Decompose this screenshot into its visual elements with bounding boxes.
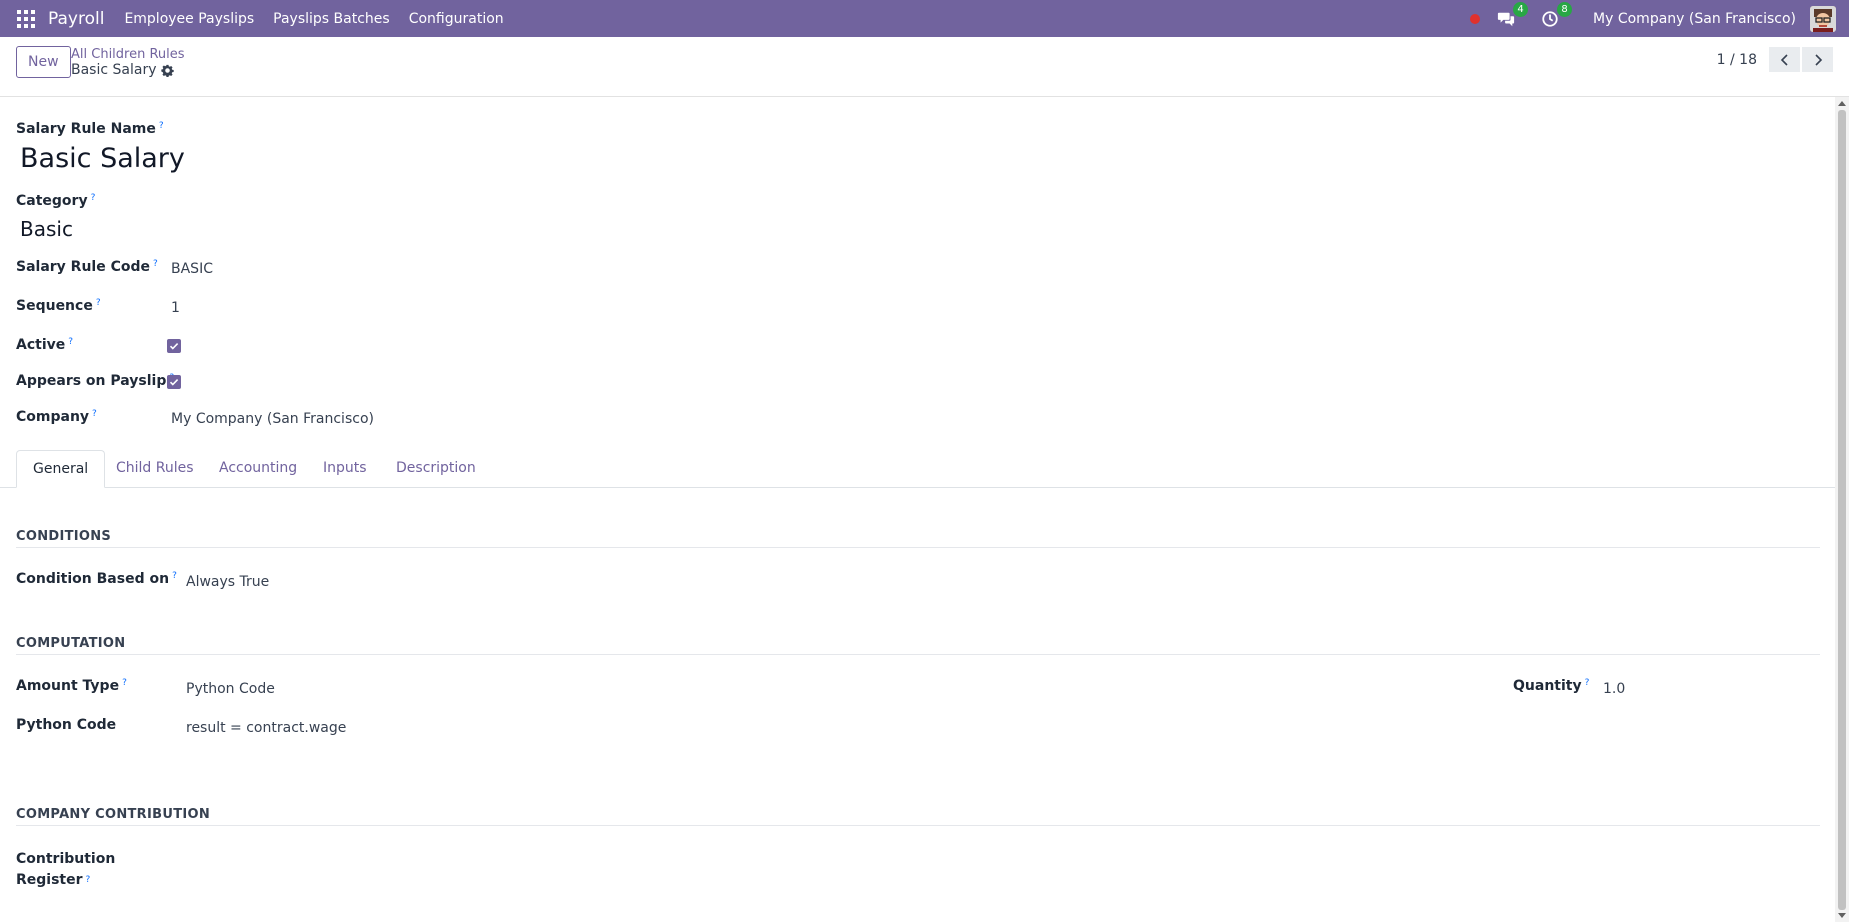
salary-rule-code-label-text: Salary Rule Code	[16, 259, 151, 275]
help-tooltip-icon[interactable]: ?	[122, 678, 127, 688]
activities-button[interactable]: 8	[1539, 1, 1573, 28]
company-switcher[interactable]: My Company (San Francisco)	[1593, 11, 1796, 27]
breadcrumb: All Children Rules Basic Salary	[71, 47, 185, 79]
condition-based-on-field[interactable]: Always True	[186, 574, 269, 590]
computation-separator	[16, 654, 1820, 655]
messages-button[interactable]: 4	[1495, 1, 1529, 28]
checkmark-icon	[169, 379, 179, 386]
amount-type-field[interactable]: Python Code	[186, 681, 275, 697]
help-tooltip-icon[interactable]: ?	[68, 337, 73, 347]
salary-rule-name-label: Salary Rule Name?	[16, 121, 164, 137]
amount-type-label-text: Amount Type	[16, 678, 120, 694]
active-label-text: Active	[16, 337, 66, 353]
help-tooltip-icon[interactable]: ?	[1585, 678, 1590, 688]
condition-based-on-label: Condition Based on?	[16, 571, 177, 587]
scroll-up-arrow-icon[interactable]	[1838, 101, 1846, 106]
pager-previous-button[interactable]	[1769, 47, 1800, 72]
category-label: Category?	[16, 193, 95, 209]
company-field[interactable]: My Company (San Francisco)	[171, 411, 374, 427]
contribution-register-label: Contribution Register?	[16, 849, 115, 891]
clock-icon	[1542, 10, 1558, 27]
chevron-left-icon	[1780, 53, 1788, 66]
checkmark-icon	[169, 343, 179, 350]
company-contribution-section-title: COMPANY CONTRIBUTION	[16, 807, 211, 822]
control-panel: New All Children Rules Basic Salary 1 / …	[0, 37, 1849, 97]
help-tooltip-icon[interactable]: ?	[153, 259, 158, 269]
apps-menu-icon[interactable]	[17, 9, 35, 28]
appears-on-payslip-checkbox[interactable]	[167, 375, 181, 389]
salary-rule-name-field[interactable]: Basic Salary	[20, 143, 185, 174]
amount-type-label: Amount Type?	[16, 678, 127, 694]
breadcrumb-current: Basic Salary	[71, 62, 185, 79]
help-tooltip-icon[interactable]: ?	[96, 298, 101, 308]
quantity-field[interactable]: 1.0	[1603, 681, 1625, 697]
tab-child-rules[interactable]: Child Rules	[100, 450, 210, 488]
salary-rule-code-field[interactable]: BASIC	[171, 261, 213, 277]
menu-configuration[interactable]: Configuration	[409, 11, 504, 27]
active-checkbox[interactable]	[167, 339, 181, 353]
appears-on-payslip-label-text: Appears on Payslip	[16, 373, 167, 389]
breadcrumb-parent-link[interactable]: All Children Rules	[71, 47, 185, 62]
help-tooltip-icon[interactable]: ?	[172, 571, 177, 581]
avatar-icon	[1810, 5, 1836, 32]
tab-description[interactable]: Description	[380, 450, 492, 488]
python-code-label: Python Code	[16, 717, 117, 733]
computation-section-title: COMPUTATION	[16, 636, 126, 651]
messages-count-badge: 4	[1513, 1, 1529, 17]
tab-accounting[interactable]: Accounting	[203, 450, 313, 488]
menu-employee-payslips[interactable]: Employee Payslips	[124, 11, 254, 27]
notebook-tabs: General Child Rules Accounting Inputs De…	[0, 450, 1835, 488]
help-tooltip-icon[interactable]: ?	[91, 193, 96, 203]
app-name[interactable]: Payroll	[48, 9, 104, 29]
category-label-text: Category	[16, 193, 88, 209]
category-field[interactable]: Basic	[20, 217, 73, 241]
status-dot-icon[interactable]	[1470, 13, 1481, 24]
chat-icon	[1497, 12, 1515, 26]
conditions-separator	[16, 547, 1820, 548]
chevron-right-icon	[1814, 53, 1822, 66]
scroll-thumb[interactable]	[1838, 110, 1846, 910]
contribution-register-label-line2: Register	[16, 872, 83, 888]
menu-payslips-batches[interactable]: Payslips Batches	[273, 11, 390, 27]
appears-on-payslip-label: Appears on Payslip?	[16, 373, 174, 389]
active-label: Active?	[16, 337, 73, 353]
help-tooltip-icon[interactable]: ?	[159, 121, 164, 131]
gear-icon[interactable]	[160, 64, 174, 77]
user-avatar[interactable]	[1810, 5, 1836, 32]
help-tooltip-icon[interactable]: ?	[86, 875, 91, 885]
sequence-field[interactable]: 1	[171, 300, 180, 316]
pager-next-button[interactable]	[1802, 47, 1833, 72]
condition-based-on-label-text: Condition Based on	[16, 571, 170, 587]
company-label: Company?	[16, 409, 97, 425]
tab-general[interactable]: General	[16, 450, 106, 488]
contribution-register-field[interactable]	[186, 849, 586, 871]
tab-inputs[interactable]: Inputs	[307, 450, 383, 488]
sequence-label-text: Sequence	[16, 298, 93, 314]
main-navbar: Payroll Employee Payslips Payslips Batch…	[0, 0, 1849, 37]
python-code-field[interactable]: result = contract.wage	[186, 720, 346, 736]
form-scrollbar[interactable]	[1835, 97, 1849, 922]
help-tooltip-icon[interactable]: ?	[92, 409, 97, 419]
scroll-down-arrow-icon[interactable]	[1838, 913, 1846, 918]
activities-count-badge: 8	[1557, 1, 1573, 17]
conditions-section-title: CONDITIONS	[16, 529, 112, 544]
sequence-label: Sequence?	[16, 298, 101, 314]
salary-rule-name-label-text: Salary Rule Name	[16, 121, 156, 137]
salary-rule-code-label: Salary Rule Code?	[16, 259, 158, 275]
contribution-register-label-line1: Contribution	[16, 851, 116, 867]
pager: 1 / 18	[1717, 47, 1833, 72]
breadcrumb-current-label: Basic Salary	[71, 62, 157, 78]
company-label-text: Company	[16, 409, 90, 425]
pager-value[interactable]: 1 / 18	[1717, 52, 1757, 68]
quantity-label: Quantity?	[1513, 678, 1589, 694]
company-contribution-separator	[16, 825, 1820, 826]
quantity-label-text: Quantity	[1513, 678, 1582, 694]
new-button[interactable]: New	[16, 46, 71, 78]
